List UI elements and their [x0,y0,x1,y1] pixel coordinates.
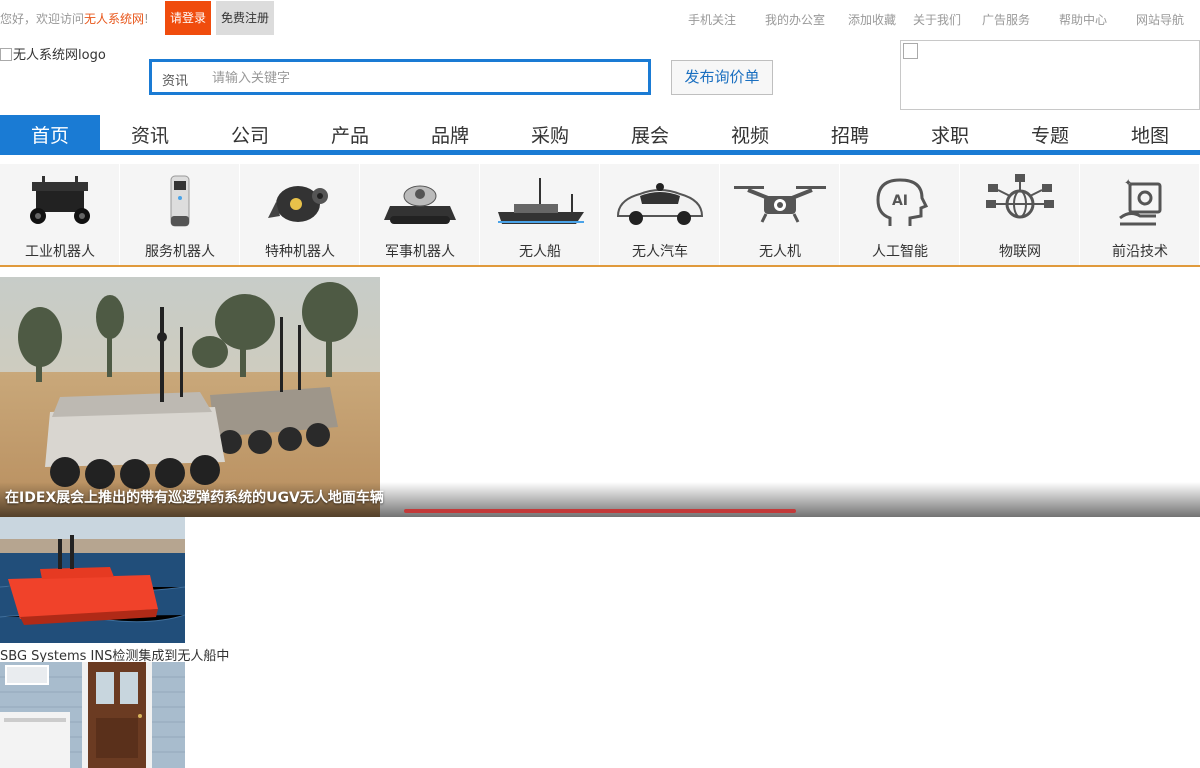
welcome-text: 您好，欢迎访问无人系统网! [0,10,149,27]
category-drone[interactable]: 无人机 [720,164,840,265]
nav-item-topics[interactable]: 专题 [1000,115,1100,150]
military-robot-icon [384,185,456,224]
nav-item-home[interactable]: 首页 [0,115,100,155]
toplink-help[interactable]: 帮助中心 [1059,11,1107,28]
nav-item-company[interactable]: 公司 [200,115,300,150]
category-special-robot[interactable]: 特种机器人 [240,164,360,265]
category-ai[interactable]: AI 人工智能 [840,164,960,265]
toplink-sitemap[interactable]: 网站导航 [1136,11,1184,28]
toplink-about[interactable]: 关于我们 [913,11,961,28]
drone-icon [734,186,826,223]
search-category-select[interactable]: 资讯 [162,70,188,89]
special-robot-icon [268,186,328,222]
search-box: 资讯 [149,59,651,95]
nav-item-purchase[interactable]: 采购 [500,115,600,150]
welcome-suffix: ! [144,12,149,26]
search-input[interactable] [212,66,642,90]
category-military-robot[interactable]: 军事机器人 [360,164,480,265]
svg-text:AI: AI [892,193,908,209]
category-label: 特种机器人 [265,244,335,260]
category-label: 工业机器人 [25,244,95,260]
nav-underline [0,150,1200,155]
nav-item-recruit[interactable]: 招聘 [800,115,900,150]
iot-globe-icon [986,174,1054,219]
category-label: 人工智能 [872,244,928,260]
toplink-mobile[interactable]: 手机关注 [688,11,736,28]
header-ad-banner[interactable] [900,40,1200,110]
site-logo[interactable]: 无人系统网logo [0,44,106,63]
toplink-ads[interactable]: 广告服务 [982,11,1030,28]
top-bar: 您好，欢迎访问无人系统网! 请登录 免费注册 手机关注 我的办公室 添加收藏 关… [0,0,1200,36]
category-label: 无人汽车 [632,244,688,260]
category-label: 无人船 [519,244,561,260]
category-strip: 工业机器人 服务机器人 特种机器人 军事机器人 无人船 无人汽车 无人机 AI … [0,164,1200,267]
industrial-robot-icon [30,176,90,224]
category-service-robot[interactable]: 服务机器人 [120,164,240,265]
nav-item-jobseek[interactable]: 求职 [900,115,1000,150]
broken-image-icon [903,43,918,59]
ai-head-icon: AI [876,178,929,226]
nav-item-exhibition[interactable]: 展会 [600,115,700,150]
register-button[interactable]: 免费注册 [216,1,274,35]
login-button[interactable]: 请登录 [165,1,211,35]
news-thumbnail[interactable] [0,662,185,768]
news-thumbnail[interactable] [0,517,185,643]
category-driverless-car[interactable]: 无人汽车 [600,164,720,265]
category-label: 服务机器人 [145,244,215,260]
nav-item-products[interactable]: 产品 [300,115,400,150]
headline-slider[interactable]: 在IDEX展会上推出的带有巡逻弹药系统的UGV无人地面车辆 [0,277,1200,517]
site-name-link[interactable]: 无人系统网 [84,12,144,26]
nav-item-news[interactable]: 资讯 [100,115,200,150]
post-inquiry-button[interactable]: 发布询价单 [671,60,773,95]
nav-item-video[interactable]: 视频 [700,115,800,150]
unmanned-boat-icon [498,178,584,224]
logo-alt-text: 无人系统网logo [13,48,106,63]
category-industrial-robot[interactable]: 工业机器人 [0,164,120,265]
category-frontier-tech[interactable]: ✦ 前沿技术 [1080,164,1200,265]
ugv-photo [0,277,380,517]
category-label: 军事机器人 [385,244,455,260]
nav-item-brands[interactable]: 品牌 [400,115,500,150]
driverless-car-icon [616,183,704,225]
broken-image-icon [0,48,12,61]
toplink-office[interactable]: 我的办公室 [765,11,825,28]
svg-text:✦: ✦ [1124,178,1132,189]
boat-photo [0,517,185,643]
toplink-favorite[interactable]: 添加收藏 [848,11,896,28]
slide-caption[interactable]: 在IDEX展会上推出的带有巡逻弹药系统的UGV无人地面车辆 [5,487,384,507]
slide-image[interactable] [0,277,380,517]
main-nav: 首页 资讯 公司 产品 品牌 采购 展会 视频 招聘 求职 专题 地图 [0,115,1200,155]
door-photo [0,662,185,768]
category-label: 物联网 [999,244,1041,260]
service-robot-icon [170,175,190,227]
category-label: 无人机 [759,244,801,260]
slide-progress-bar [404,509,796,513]
category-unmanned-boat[interactable]: 无人船 [480,164,600,265]
category-iot[interactable]: 物联网 [960,164,1080,265]
category-label: 前沿技术 [1112,244,1168,260]
welcome-prefix: 您好，欢迎访问 [0,12,85,26]
nav-item-map[interactable]: 地图 [1100,115,1200,150]
frontier-tech-icon: ✦ [1119,178,1162,226]
